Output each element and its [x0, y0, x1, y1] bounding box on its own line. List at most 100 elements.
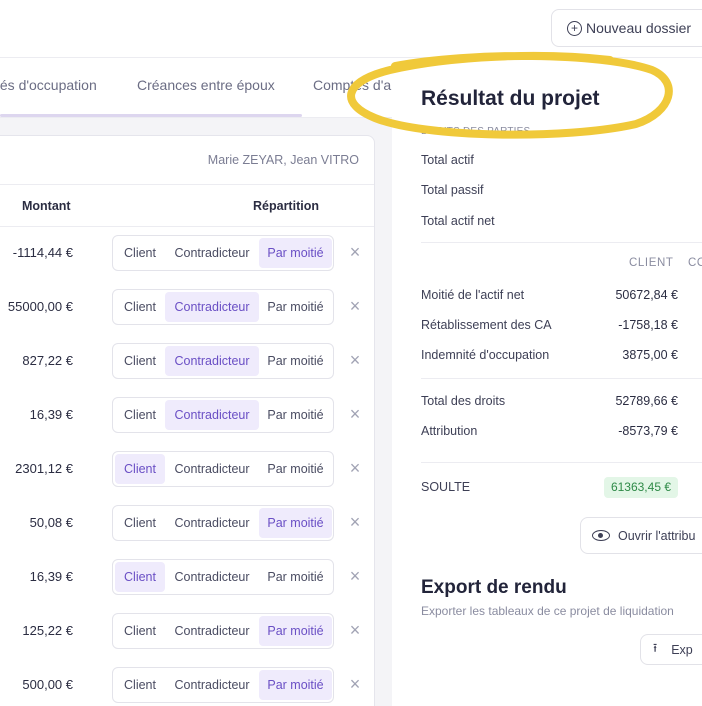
split-segmented-control: Client Contradicteur Par moitié — [112, 667, 334, 703]
close-icon[interactable]: × — [345, 674, 365, 694]
divider — [421, 462, 702, 463]
amount-cell: 16,39 € — [29, 407, 73, 422]
result-line-label: Total des droits — [421, 394, 506, 408]
result-line-client-value: 50672,84 € — [615, 288, 678, 302]
split-option-client[interactable]: Client — [115, 508, 165, 538]
split-option-par-moitie[interactable]: Par moitié — [259, 508, 332, 538]
open-attribution-button[interactable]: Ouvrir l'attribu — [580, 517, 702, 554]
new-file-label: Nouveau dossier — [586, 20, 692, 36]
close-icon[interactable]: × — [345, 404, 365, 424]
split-option-par-moitie[interactable]: Par moitié — [259, 238, 332, 268]
tab-comptes[interactable]: Comptes d'a — [313, 77, 391, 93]
split-option-client[interactable]: Client — [115, 400, 165, 430]
split-segmented-control: Client Contradicteur Par moitié — [112, 343, 334, 379]
split-segmented-control: Client Contradicteur Par moitié — [112, 505, 334, 541]
amount-cell: 500,00 € — [22, 677, 73, 692]
split-option-contradicteur[interactable]: Contradicteur — [165, 400, 259, 430]
export-subtitle: Exporter les tableaux de ce projet de li… — [421, 604, 674, 618]
total-net-assets-label: Total actif net — [421, 214, 495, 228]
close-icon[interactable]: × — [345, 620, 365, 640]
result-line-label: Rétablissement des CA — [421, 318, 552, 332]
table-row: 2301,12 € Client Contradicteur Par moitié × — [0, 442, 376, 496]
result-line-label: Attribution — [421, 424, 478, 438]
table-row: -1114,44 € Client Contradicteur Par moitié × — [0, 226, 376, 280]
split-option-client[interactable]: Client — [115, 238, 165, 268]
eye-icon — [592, 530, 610, 541]
split-option-par-moitie[interactable]: Par moitié — [259, 292, 332, 322]
parties-names: Marie ZEYAR, Jean VITRO — [207, 153, 359, 167]
split-option-contradicteur[interactable]: Contradicteur — [165, 562, 259, 592]
section-label-rights: DROITS DES PARTIES — [421, 126, 531, 137]
amount-cell: 50,08 € — [29, 515, 73, 530]
close-icon[interactable]: × — [345, 242, 365, 262]
split-segmented-control: Client Contradicteur Par moitié — [112, 397, 334, 433]
split-option-contradicteur[interactable]: Contradicteur — [165, 508, 259, 538]
split-option-client[interactable]: Client — [115, 616, 165, 646]
column-header-contradicteur: CO — [688, 257, 702, 269]
split-option-par-moitie[interactable]: Par moitié — [259, 670, 332, 700]
split-option-client[interactable]: Client — [115, 346, 165, 376]
upload-icon: ⭱ — [653, 641, 658, 655]
split-option-client[interactable]: Client — [115, 292, 165, 322]
split-option-par-moitie[interactable]: Par moitié — [259, 400, 332, 430]
column-header-split: Répartition — [253, 199, 319, 213]
split-option-contradicteur[interactable]: Contradicteur — [165, 346, 259, 376]
split-option-client[interactable]: Client — [115, 670, 165, 700]
tab-indemnites-occupation[interactable]: tés d'occupation — [0, 77, 97, 93]
split-option-contradicteur[interactable]: Contradicteur — [165, 454, 259, 484]
tab-bar: tés d'occupation Créances entre époux Co… — [0, 58, 392, 118]
close-icon[interactable]: × — [345, 566, 365, 586]
new-file-button[interactable]: + Nouveau dossier — [551, 9, 702, 47]
split-option-contradicteur[interactable]: Contradicteur — [165, 292, 259, 322]
soulte-value-badge: 61363,45 € — [603, 477, 678, 498]
column-header-client: CLIENT — [629, 257, 674, 269]
close-icon[interactable]: × — [345, 458, 365, 478]
result-panel: Résultat du projet DROITS DES PARTIES To… — [392, 58, 702, 706]
split-option-contradicteur[interactable]: Contradicteur — [165, 616, 259, 646]
export-button-label: Exp — [671, 642, 693, 657]
result-line-client-value: -1758,18 € — [618, 318, 678, 332]
close-icon[interactable]: × — [345, 296, 365, 316]
table-row: 16,39 € Client Contradicteur Par moitié × — [0, 550, 376, 604]
result-line-label: Moitié de l'actif net — [421, 288, 525, 302]
split-option-client[interactable]: Client — [115, 562, 165, 592]
split-option-par-moitie[interactable]: Par moitié — [259, 346, 332, 376]
soulte-label: SOULTE — [421, 480, 471, 494]
amount-cell: 125,22 € — [22, 623, 73, 638]
split-option-par-moitie[interactable]: Par moitié — [259, 562, 332, 592]
table-row: 16,39 € Client Contradicteur Par moitié × — [0, 388, 376, 442]
close-icon[interactable]: × — [345, 350, 365, 370]
total-assets-label: Total actif — [421, 153, 474, 167]
split-segmented-control: Client Contradicteur Par moitié — [112, 559, 334, 595]
table-row: 50,08 € Client Contradicteur Par moitié × — [0, 496, 376, 550]
split-option-par-moitie[interactable]: Par moitié — [259, 454, 332, 484]
repartition-table-card: Marie ZEYAR, Jean VITRO Montant Répartit… — [0, 135, 375, 706]
table-row: 500,00 € Client Contradicteur Par moitié × — [0, 658, 376, 706]
split-option-client[interactable]: Client — [115, 454, 165, 484]
result-title: Résultat du projet — [421, 87, 600, 110]
amount-cell: 16,39 € — [29, 569, 73, 584]
top-bar: + Nouveau dossier — [0, 0, 702, 58]
tab-creances-entre-epoux[interactable]: Créances entre époux — [137, 77, 275, 93]
split-segmented-control: Client Contradicteur Par moitié — [112, 451, 334, 487]
amount-cell: 55000,00 € — [7, 299, 73, 314]
result-line-client-value: 52789,66 € — [615, 394, 678, 408]
close-icon[interactable]: × — [345, 512, 365, 532]
split-option-contradicteur[interactable]: Contradicteur — [165, 670, 259, 700]
export-button[interactable]: ⭱ Exp — [640, 634, 702, 665]
table-row: 827,22 € Client Contradicteur Par moitié × — [0, 334, 376, 388]
amount-cell: -1114,44 € — [12, 245, 73, 260]
table-row: 125,22 € Client Contradicteur Par moitié × — [0, 604, 376, 658]
table-row: 55000,00 € Client Contradicteur Par moitié × — [0, 280, 376, 334]
export-title: Export de rendu — [421, 577, 567, 598]
divider — [421, 242, 702, 243]
split-option-par-moitie[interactable]: Par moitié — [259, 616, 332, 646]
result-line-label: Indemnité d'occupation — [421, 348, 550, 362]
divider — [421, 378, 702, 379]
plus-circle-icon: + — [567, 20, 582, 36]
open-attribution-label: Ouvrir l'attribu — [618, 528, 696, 543]
split-option-contradicteur[interactable]: Contradicteur — [165, 238, 259, 268]
split-segmented-control: Client Contradicteur Par moitié — [112, 613, 334, 649]
amount-cell: 827,22 € — [22, 353, 73, 368]
column-header-amount: Montant — [22, 199, 71, 213]
